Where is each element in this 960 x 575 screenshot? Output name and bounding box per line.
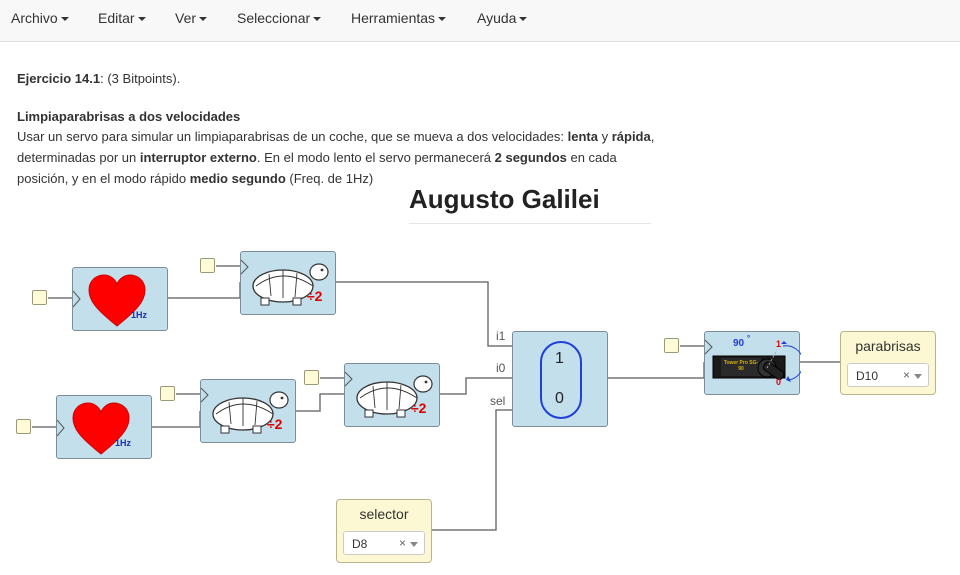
- input-selector-block[interactable]: selector D8 ×: [336, 499, 432, 563]
- output-parabrisas-block[interactable]: parabrisas D10 ×: [840, 331, 936, 395]
- clear-icon[interactable]: ×: [903, 368, 910, 382]
- wire: [432, 409, 512, 531]
- input-name: selector: [359, 506, 409, 522]
- divider-block[interactable]: ÷2: [344, 363, 440, 427]
- heart-frequency: 1Hz: [115, 438, 132, 448]
- mux-input-i1: i1: [496, 329, 506, 343]
- servo-one: 1: [776, 339, 782, 349]
- input-pin[interactable]: [16, 419, 31, 434]
- turtle-icon: [241, 259, 329, 306]
- chevron-down-icon[interactable]: [914, 374, 922, 379]
- mux-input-i0: i0: [496, 361, 506, 375]
- servo-zero: 0: [776, 377, 782, 387]
- wire: [440, 377, 512, 395]
- mux-oval: [540, 341, 582, 419]
- heart-icon: [57, 402, 130, 455]
- wire: [336, 281, 512, 347]
- pin-select-value: D8: [352, 537, 368, 551]
- heart-frequency: 1Hz: [131, 310, 148, 320]
- divider-label: ÷2: [307, 288, 323, 304]
- wire: [168, 282, 241, 299]
- turtle-icon: [201, 387, 289, 434]
- input-pin[interactable]: [664, 338, 679, 353]
- pin-select[interactable]: D10 ×: [847, 363, 929, 387]
- pin-select[interactable]: D8 ×: [343, 531, 425, 555]
- servo-brand: Tower Pro SG-90: [723, 360, 759, 372]
- servo-degree: °: [747, 334, 751, 343]
- output-name: parabrisas: [855, 338, 921, 354]
- heart-icon: [73, 274, 146, 327]
- heartbeat-block[interactable]: 1Hz: [56, 395, 152, 459]
- chevron-down-icon[interactable]: [410, 542, 418, 547]
- mux-bottom-label: 0: [555, 390, 564, 407]
- wire: [152, 411, 201, 428]
- input-pin[interactable]: [32, 290, 47, 305]
- pin-select-value: D10: [856, 369, 879, 383]
- wire: [608, 362, 705, 379]
- divider-block[interactable]: ÷2: [200, 379, 296, 443]
- wire: [296, 393, 344, 412]
- multiplexer-block[interactable]: 1 0: [512, 331, 608, 427]
- turtle-icon: [345, 371, 433, 418]
- servo-angle: 90: [733, 338, 745, 349]
- heartbeat-block[interactable]: 1Hz: [72, 267, 168, 331]
- mux-top-label: 1: [555, 350, 564, 367]
- clear-icon[interactable]: ×: [399, 536, 406, 550]
- input-pin[interactable]: [200, 258, 215, 273]
- servo-block[interactable]: 90 ° 1 0 Tower Pro SG-90: [704, 331, 801, 395]
- mux-input-sel: sel: [490, 394, 506, 408]
- input-pin[interactable]: [160, 386, 175, 401]
- input-pin[interactable]: [304, 370, 319, 385]
- divider-block[interactable]: ÷2: [240, 251, 336, 315]
- divider-label: ÷2: [267, 416, 283, 432]
- divider-label: ÷2: [411, 400, 427, 416]
